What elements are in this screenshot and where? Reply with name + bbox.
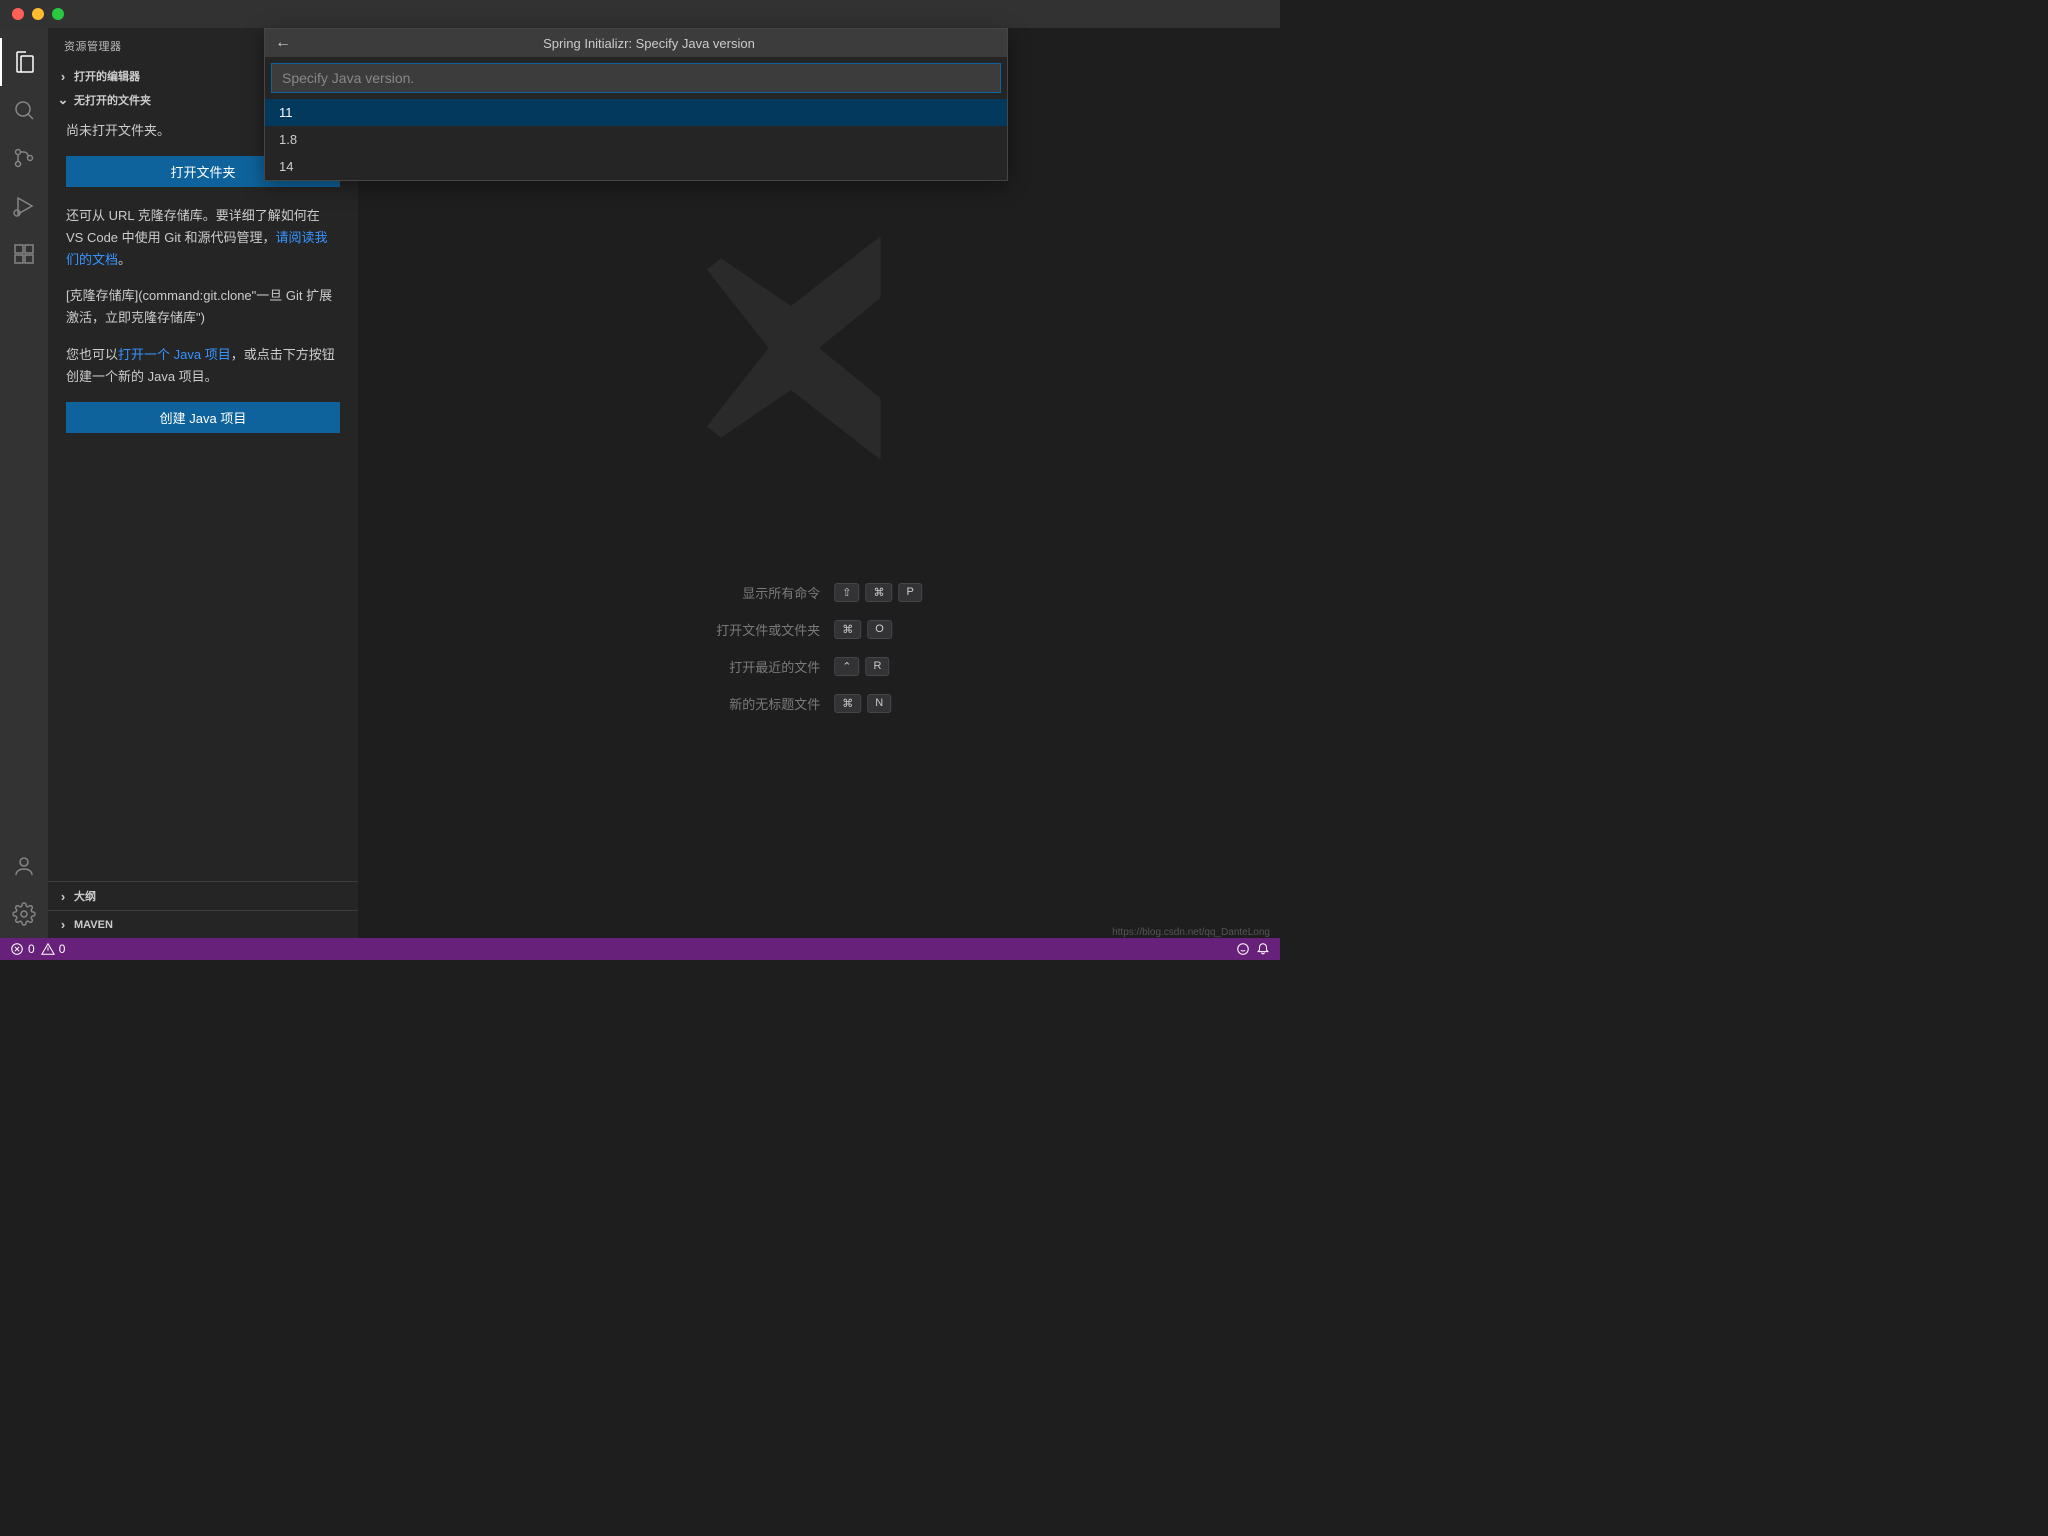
- account-icon[interactable]: [0, 842, 48, 890]
- quickpick-list: 11 1.8 14: [265, 99, 1007, 180]
- key: O: [867, 620, 892, 639]
- key: P: [898, 583, 921, 602]
- quickpick-header: ← Spring Initializr: Specify Java versio…: [265, 29, 1007, 57]
- key: ⌘: [834, 694, 861, 713]
- bell-icon: [1256, 942, 1270, 956]
- search-icon[interactable]: [0, 86, 48, 134]
- error-icon: [10, 942, 24, 956]
- section-label: 无打开的文件夹: [74, 92, 151, 108]
- shortcuts-list: 显示所有命令 ⇧ ⌘ P 打开文件或文件夹 ⌘ O 打开最近的文件 ⌃ R 新的…: [716, 583, 922, 713]
- watermark-url: https://blog.csdn.net/qq_DanteLong: [1112, 927, 1270, 938]
- clone-command: [克隆存储库](command:git.clone"一旦 Git 扩展激活，立即…: [66, 285, 340, 329]
- source-control-icon[interactable]: [0, 134, 48, 182]
- quickpick-input[interactable]: [271, 63, 1001, 93]
- key: ⌘: [865, 583, 892, 602]
- status-feedback[interactable]: [1236, 942, 1250, 956]
- chevron-down-icon: ⌄: [56, 92, 70, 108]
- shortcut-keys: ⌃ R: [834, 657, 922, 676]
- vscode-logo-icon: [679, 208, 959, 488]
- status-bar: 0 0: [0, 938, 1280, 960]
- status-warnings[interactable]: 0: [41, 942, 66, 956]
- settings-gear-icon[interactable]: [0, 890, 48, 938]
- section-outline[interactable]: › 大纲: [48, 881, 358, 910]
- back-arrow-icon[interactable]: ←: [275, 34, 291, 52]
- debug-icon[interactable]: [0, 182, 48, 230]
- key: R: [865, 657, 889, 676]
- quickpick: ← Spring Initializr: Specify Java versio…: [264, 28, 1008, 181]
- section-label: MAVEN: [74, 919, 113, 931]
- shortcut-keys: ⌘ N: [834, 694, 922, 713]
- quickpick-option[interactable]: 1.8: [265, 126, 1007, 153]
- section-label: 大纲: [74, 888, 96, 904]
- shortcut-label: 打开文件或文件夹: [716, 620, 820, 639]
- window-close-icon[interactable]: [12, 8, 24, 20]
- status-bell[interactable]: [1256, 942, 1270, 956]
- clone-text: 还可从 URL 克隆存储库。要详细了解如何在 VS Code 中使用 Git 和…: [66, 205, 340, 271]
- java-text: 您也可以打开一个 Java 项目，或点击下方按钮创建一个新的 Java 项目。: [66, 344, 340, 388]
- chevron-right-icon: ›: [56, 917, 70, 932]
- activity-bar: [0, 28, 48, 938]
- quickpick-option[interactable]: 14: [265, 153, 1007, 180]
- title-bar: [0, 0, 1280, 28]
- create-java-button[interactable]: 创建 Java 项目: [66, 402, 340, 433]
- chevron-right-icon: ›: [56, 889, 70, 904]
- quickpick-option[interactable]: 11: [265, 99, 1007, 126]
- shortcut-label: 打开最近的文件: [716, 657, 820, 676]
- key: ⇧: [834, 583, 859, 602]
- feedback-icon: [1236, 942, 1250, 956]
- shortcut-label: 显示所有命令: [716, 583, 820, 602]
- extensions-icon[interactable]: [0, 230, 48, 278]
- shortcut-keys: ⌘ O: [834, 620, 922, 639]
- shortcut-keys: ⇧ ⌘ P: [834, 583, 922, 602]
- status-errors[interactable]: 0: [10, 942, 35, 956]
- chevron-right-icon: ›: [56, 69, 70, 84]
- explorer-icon[interactable]: [0, 38, 48, 86]
- section-maven[interactable]: › MAVEN: [48, 910, 358, 938]
- window-maximize-icon[interactable]: [52, 8, 64, 20]
- warning-icon: [41, 942, 55, 956]
- key: N: [867, 694, 891, 713]
- open-java-link[interactable]: 打开一个 Java 项目: [118, 347, 231, 362]
- key: ⌃: [834, 657, 859, 676]
- quickpick-title: Spring Initializr: Specify Java version: [301, 36, 997, 51]
- shortcut-label: 新的无标题文件: [716, 694, 820, 713]
- section-label: 打开的编辑器: [74, 68, 140, 84]
- window-minimize-icon[interactable]: [32, 8, 44, 20]
- key: ⌘: [834, 620, 861, 639]
